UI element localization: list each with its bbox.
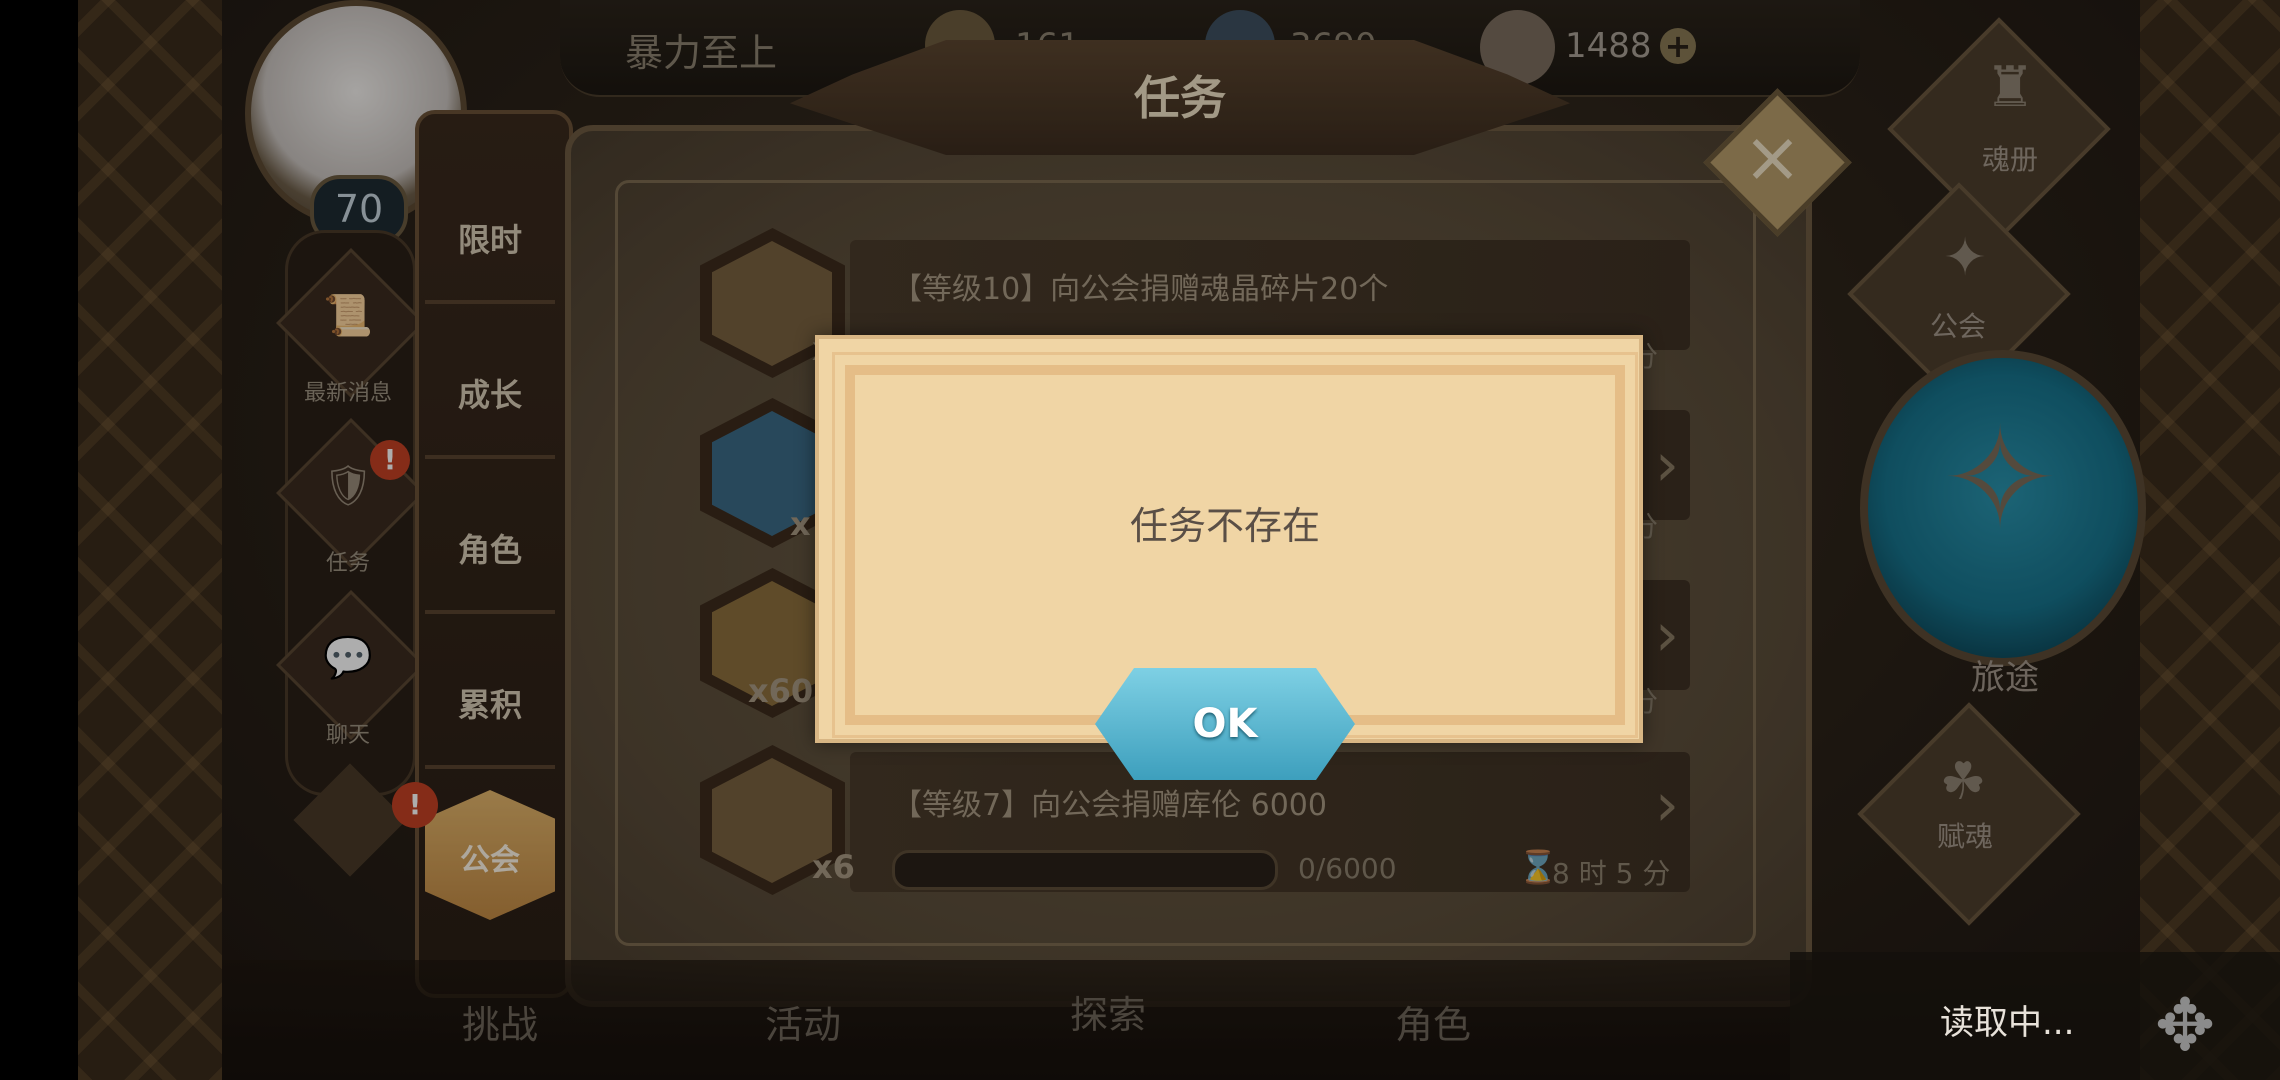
- dialog-message: 任务不存在: [1129, 504, 1320, 548]
- loading-spinner-icon: ✥: [2154, 983, 2216, 1067]
- ok-button-label: OK: [1192, 701, 1258, 747]
- loading-text: 读取中...: [1940, 1003, 2075, 1043]
